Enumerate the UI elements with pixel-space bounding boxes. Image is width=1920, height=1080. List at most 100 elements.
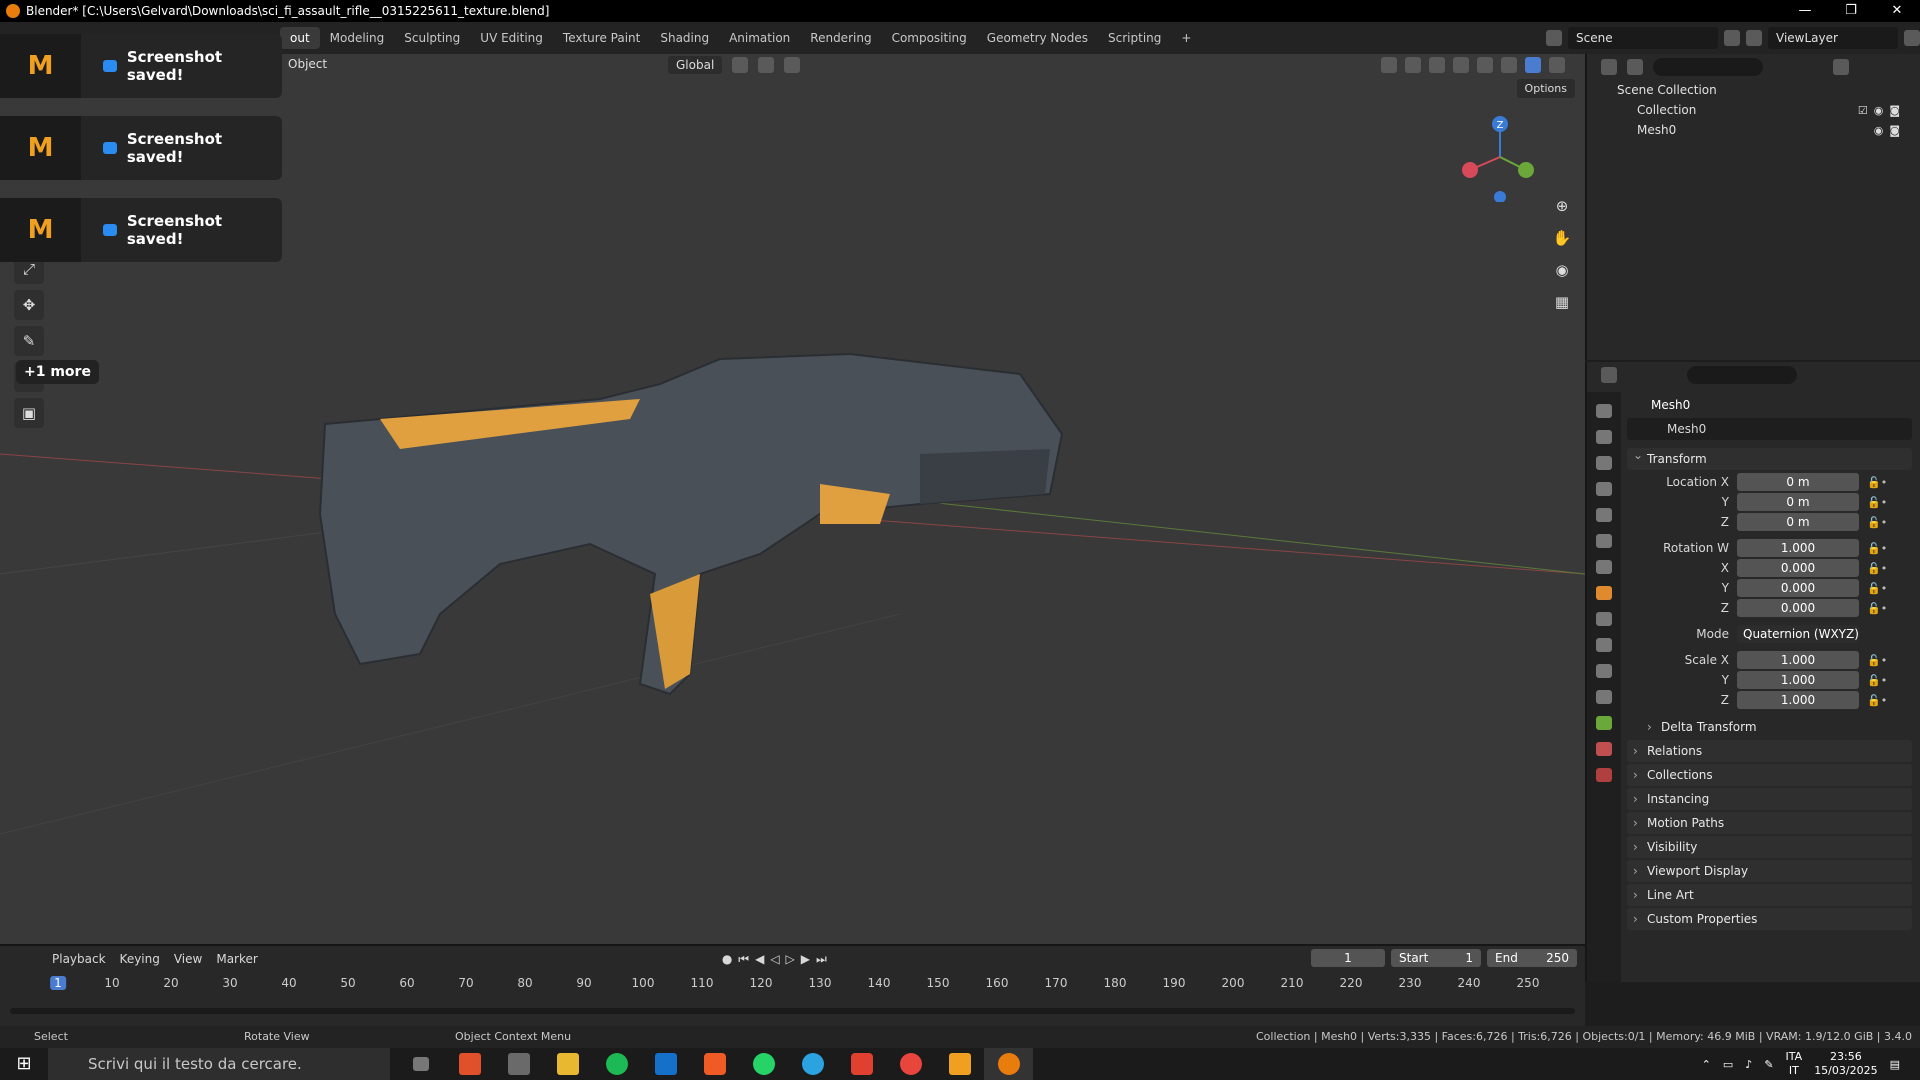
view-layer-icon[interactable] (1746, 30, 1762, 46)
timeline-scrollbar[interactable] (10, 1008, 1575, 1014)
store-app-icon[interactable] (494, 1048, 543, 1080)
pan-hand-icon[interactable]: ✋ (1549, 226, 1575, 250)
scene-name-field[interactable]: Scene (1568, 27, 1718, 49)
instancing-header[interactable]: Instancing (1627, 788, 1912, 810)
tab-shading[interactable]: Shading (650, 27, 719, 49)
brave-alt-icon[interactable] (837, 1048, 886, 1080)
transform-orientation-dropdown[interactable]: Global (668, 56, 723, 74)
tab-scripting[interactable]: Scripting (1098, 27, 1171, 49)
transform-panel-header[interactable]: Transform (1627, 444, 1912, 470)
spotify-icon[interactable] (592, 1048, 641, 1080)
rotation-z-field[interactable]: 0.000 (1737, 599, 1859, 617)
modifier-tab-icon[interactable] (1596, 612, 1612, 626)
outlook-icon[interactable] (641, 1048, 690, 1080)
taskbar-search-input[interactable]: Scrivi qui il testo da cercare. (48, 1048, 390, 1080)
camera-view-icon[interactable]: ◉ (1549, 258, 1575, 282)
whatsapp-icon[interactable] (739, 1048, 788, 1080)
scene-icon[interactable] (1546, 30, 1562, 46)
start-frame-field[interactable]: Start 1 (1391, 949, 1481, 967)
add-cube-tool-icon[interactable]: ▣ (14, 398, 44, 428)
tab-sculpting[interactable]: Sculpting (394, 27, 470, 49)
lock-icon[interactable]: 🔓• (1867, 582, 1887, 595)
close-button[interactable]: ✕ (1874, 0, 1920, 22)
new-view-layer-icon[interactable] (1904, 30, 1920, 46)
lock-icon[interactable]: 🔓• (1867, 496, 1887, 509)
lock-icon[interactable]: 🔓• (1867, 562, 1887, 575)
object-tab-icon[interactable] (1596, 586, 1612, 600)
viewport-display-header[interactable]: Viewport Display (1627, 860, 1912, 882)
zoom-icon[interactable]: ⊕ (1549, 194, 1575, 218)
rendered-shading-icon[interactable] (1549, 57, 1565, 73)
lock-icon[interactable]: 🔓• (1867, 602, 1887, 615)
location-x-field[interactable]: 0 m (1737, 473, 1859, 491)
tab-uv-editing[interactable]: UV Editing (470, 27, 553, 49)
pen-icon[interactable]: ✎ (1764, 1058, 1773, 1071)
playback-controls[interactable]: ●⏮◀◁▷▶⏭ (722, 952, 833, 967)
visibility-icon[interactable] (1381, 57, 1397, 73)
tab-modeling[interactable]: Modeling (320, 27, 395, 49)
perspective-grid-icon[interactable]: ▦ (1549, 290, 1575, 314)
keying-menu[interactable]: Keying (120, 952, 160, 966)
custom-properties-header[interactable]: Custom Properties (1627, 908, 1912, 930)
view-layer-field[interactable]: ViewLayer (1768, 27, 1898, 49)
lock-icon[interactable]: 🔓• (1867, 694, 1887, 707)
particles-tab-icon[interactable] (1596, 638, 1612, 652)
editor-type-icon[interactable] (1601, 59, 1617, 75)
restore-button[interactable]: ❐ (1828, 0, 1874, 22)
physics-tab-icon[interactable] (1596, 664, 1612, 678)
wireframe-shading-icon[interactable] (1477, 57, 1493, 73)
visibility-header[interactable]: Visibility (1627, 836, 1912, 858)
network-icon[interactable]: ▭ (1723, 1058, 1733, 1071)
outliner-search-input[interactable] (1653, 58, 1763, 76)
world-tab-icon[interactable] (1596, 534, 1612, 548)
rotation-mode-dropdown[interactable]: Quaternion (WXYZ) (1737, 625, 1859, 643)
relations-header[interactable]: Relations (1627, 740, 1912, 762)
3d-viewport[interactable]: Object Global Options Z ⊕ ✋ ◉ ▦ ⤢ ✥ ✎ ▣ … (0, 54, 1585, 944)
outliner-row-collection[interactable]: Collection ☑◉◙ (1587, 100, 1920, 120)
annotate-tool-icon[interactable]: ✎ (14, 326, 44, 356)
tab-compositing[interactable]: Compositing (882, 27, 977, 49)
tab-layout[interactable]: out (280, 27, 320, 49)
tool-tab-icon[interactable] (1596, 404, 1612, 418)
add-workspace-button[interactable]: + (1171, 27, 1201, 49)
overlays-icon[interactable] (1429, 57, 1445, 73)
view-layer-tab-icon[interactable] (1596, 482, 1612, 496)
render-tab-icon[interactable] (1596, 430, 1612, 444)
view-menu[interactable]: View (174, 952, 202, 966)
lock-icon[interactable]: 🔓• (1867, 516, 1887, 529)
rotation-y-field[interactable]: 0.000 (1737, 579, 1859, 597)
scene-tab-icon[interactable] (1596, 508, 1612, 522)
tab-rendering[interactable]: Rendering (800, 27, 881, 49)
end-frame-field[interactable]: End 250 (1487, 949, 1577, 967)
file-explorer-icon[interactable] (543, 1048, 592, 1080)
display-mode-icon[interactable] (1627, 59, 1643, 75)
current-frame-field[interactable]: 1 (1311, 949, 1385, 967)
task-view-icon[interactable] (396, 1048, 445, 1080)
tab-texture-paint[interactable]: Texture Paint (553, 27, 650, 49)
material-tab-icon[interactable] (1596, 742, 1612, 756)
mode-selector[interactable]: Object (288, 57, 327, 71)
properties-search-input[interactable] (1687, 366, 1797, 384)
navigation-gizmo[interactable]: Z (1460, 112, 1540, 202)
transform-tool-icon[interactable]: ✥ (14, 290, 44, 320)
visibility-toggle-icons[interactable]: ◉◙ (1874, 124, 1906, 137)
line-art-header[interactable]: Line Art (1627, 884, 1912, 906)
timeline-ruler[interactable]: 1 10 20 30 40 50 60 70 80 90 100 110 120 130 140 150 160… (0, 976, 1585, 994)
windows-start-icon[interactable]: ⊞ (0, 1048, 48, 1080)
new-scene-icon[interactable] (1724, 30, 1740, 46)
delta-transform-header[interactable]: Delta Transform (1641, 716, 1912, 738)
material-preview-icon[interactable] (1525, 57, 1541, 73)
chrome-icon[interactable] (886, 1048, 935, 1080)
playback-menu[interactable]: Playback (52, 952, 106, 966)
outliner-row-scene-collection[interactable]: Scene Collection (1587, 80, 1920, 100)
pivot-point-icon[interactable] (732, 57, 749, 73)
xray-icon[interactable] (1453, 57, 1469, 73)
editor-type-icon[interactable] (1601, 367, 1617, 383)
motion-paths-header[interactable]: Motion Paths (1627, 812, 1912, 834)
constraints-tab-icon[interactable] (1596, 690, 1612, 704)
brave-icon[interactable] (690, 1048, 739, 1080)
location-z-field[interactable]: 0 m (1737, 513, 1859, 531)
visibility-toggle-icons[interactable]: ☑◉◙ (1858, 104, 1906, 117)
notifications-icon[interactable]: ▤ (1890, 1058, 1900, 1071)
rotation-w-field[interactable]: 1.000 (1737, 539, 1859, 557)
